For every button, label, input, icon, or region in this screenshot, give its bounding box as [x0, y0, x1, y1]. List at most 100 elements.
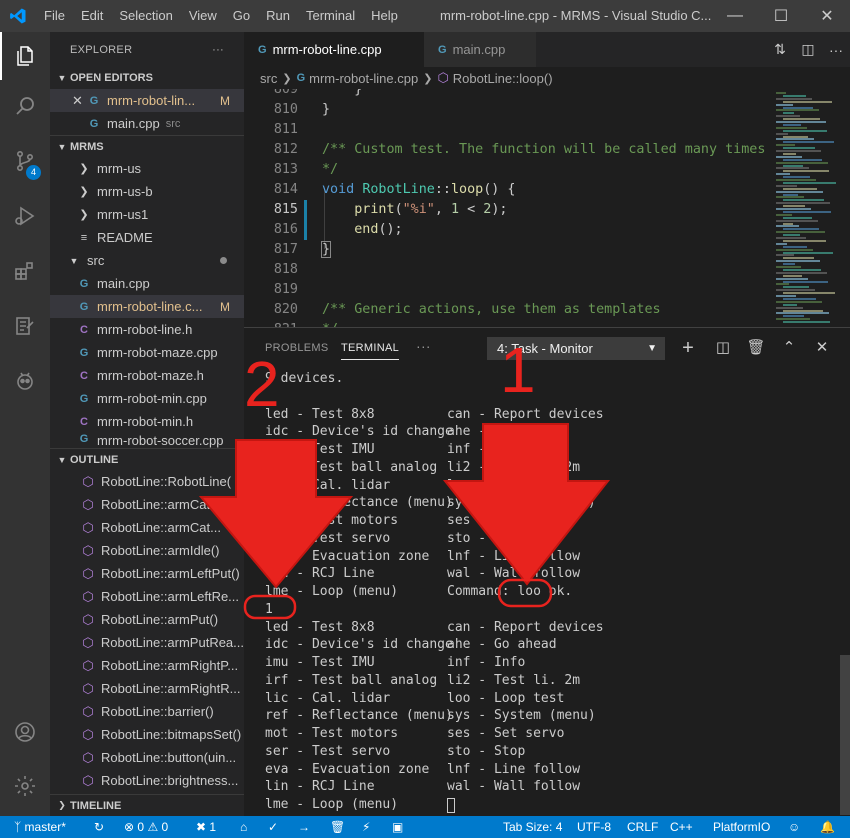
file-item[interactable]: G mrm-robot-soccer.cpp: [50, 433, 244, 448]
new-terminal-icon[interactable]: +: [678, 338, 698, 358]
file-item[interactable]: C mrm-robot-min.h: [50, 410, 244, 433]
close-panel-icon[interactable]: ✕: [812, 338, 832, 358]
trash-icon[interactable]: 🗑: [746, 338, 766, 358]
pio-terminal-icon[interactable]: ▣: [392, 816, 403, 838]
notifications-icon[interactable]: 🔔: [820, 816, 835, 838]
minimap-line: [783, 286, 809, 289]
close-window-icon[interactable]: ✕: [804, 0, 850, 32]
minimap-line: [783, 141, 834, 144]
test-icon[interactable]: [0, 302, 50, 350]
menu-run[interactable]: Run: [258, 0, 298, 32]
menu-file[interactable]: File: [36, 0, 73, 32]
account-icon[interactable]: [0, 708, 50, 756]
outline-item[interactable]: ⬡ RobotLine::RobotLine(: [50, 470, 244, 493]
outline-item[interactable]: ⬡ RobotLine::armPut(): [50, 608, 244, 631]
menu-selection[interactable]: Selection: [111, 0, 180, 32]
file-item[interactable]: C mrm-robot-line.h: [50, 318, 244, 341]
search-icon[interactable]: [0, 82, 50, 130]
terminal-line: idc - Device's id change: [265, 637, 453, 653]
folder-item[interactable]: ▼ src: [50, 249, 244, 272]
tab-terminal[interactable]: TERMINAL: [341, 342, 400, 360]
explorer-more-icon[interactable]: ···: [212, 44, 224, 56]
menu-go[interactable]: Go: [225, 0, 258, 32]
breadcrumb-file[interactable]: mrm-robot-line.cpp: [309, 71, 418, 86]
project-header[interactable]: ▼ MRMS: [50, 135, 244, 157]
encoding-status[interactable]: UTF-8: [577, 816, 611, 838]
minimap-line: [783, 94, 806, 97]
outline-item[interactable]: ⬡ RobotLine::brightness...: [50, 769, 244, 792]
pio-clean-icon[interactable]: 🗑: [330, 816, 345, 838]
pio-upload-icon[interactable]: →: [298, 816, 310, 838]
open-editors-header[interactable]: ▼ OPEN EDITORS: [50, 67, 244, 89]
source-control-icon[interactable]: 4: [0, 137, 50, 185]
split-terminal-icon[interactable]: ◫: [713, 338, 733, 358]
settings-gear-icon[interactable]: [0, 762, 50, 810]
feedback-icon[interactable]: ☺: [788, 816, 800, 838]
eol-status[interactable]: CRLF: [627, 816, 658, 838]
menu-edit[interactable]: Edit: [73, 0, 111, 32]
tab-mrm-robot-line[interactable]: G mrm-robot-line.cpp: [244, 32, 424, 67]
menu-terminal[interactable]: Terminal: [298, 0, 363, 32]
maximize-icon[interactable]: ☐: [758, 0, 804, 32]
minimap-line: [783, 112, 794, 115]
close-editor-icon[interactable]: ✕: [72, 93, 86, 109]
maximize-panel-icon[interactable]: ⌃: [779, 338, 799, 358]
breadcrumb-folder[interactable]: src: [260, 71, 277, 86]
outline-header[interactable]: ▼ OUTLINE: [50, 448, 244, 470]
file-item[interactable]: G mrm-robot-min.cpp: [50, 387, 244, 410]
minimize-icon[interactable]: —: [712, 0, 758, 32]
pio-serial-icon[interactable]: ⚡: [362, 816, 370, 838]
outline-item[interactable]: ⬡ RobotLine::armRightP...: [50, 654, 244, 677]
platform-status[interactable]: PlatformIO: [713, 816, 770, 838]
terminal-scrollbar[interactable]: [840, 655, 850, 815]
code-line: 820/** Generic actions, use them as temp…: [273, 302, 661, 317]
outline-item[interactable]: ⬡ RobotLine::armPutRea...: [50, 631, 244, 654]
file-item[interactable]: G mrm-robot-line.c... M: [50, 295, 244, 318]
folder-item[interactable]: ❯ mrm-us: [50, 157, 244, 180]
pio-home-icon[interactable]: ⌂: [240, 816, 247, 838]
outline-item[interactable]: ⬡ RobotLine::armCat...: [50, 516, 244, 539]
split-editor-icon[interactable]: ◫: [794, 41, 822, 58]
file-item[interactable]: G main.cpp: [50, 272, 244, 295]
sync-icon[interactable]: ↻: [94, 816, 104, 838]
outline-item[interactable]: ⬡ RobotLine::armRightR...: [50, 677, 244, 700]
menu-view[interactable]: View: [181, 0, 225, 32]
run-debug-icon[interactable]: [0, 192, 50, 240]
code-editor[interactable]: 809 } 810} 811 812/** Custom test. The f…: [244, 89, 772, 327]
file-item[interactable]: ≡ README: [50, 226, 244, 249]
terminal-output[interactable]: 9 devices. led - Test 8x8 can - Report dev…: [244, 368, 850, 817]
file-item[interactable]: C mrm-robot-maze.h: [50, 364, 244, 387]
outline-item[interactable]: ⬡ RobotLine::barrier(): [50, 700, 244, 723]
more-actions-icon[interactable]: ···: [822, 42, 850, 58]
file-item[interactable]: G mrm-robot-maze.cpp: [50, 341, 244, 364]
outline-item[interactable]: ⬡ RobotLine::bitmapsSet(): [50, 723, 244, 746]
platformio-icon[interactable]: [0, 357, 50, 405]
extensions-icon[interactable]: [0, 247, 50, 295]
minimap[interactable]: [772, 89, 850, 327]
outline-item[interactable]: ⬡ RobotLine::armCatch(): [50, 493, 244, 516]
outline-item[interactable]: ⬡ RobotLine::armLeftPut(): [50, 562, 244, 585]
outline-item[interactable]: ⬡ RobotLine::armLeftRe...: [50, 585, 244, 608]
tab-main-cpp[interactable]: G main.cpp: [424, 32, 536, 67]
menu-help[interactable]: Help: [363, 0, 406, 32]
open-editor-item[interactable]: G main.cpp src: [50, 112, 244, 135]
explorer-icon[interactable]: [0, 32, 50, 80]
open-editor-item[interactable]: ✕ G mrm-robot-lin... M: [50, 89, 244, 112]
branch-status[interactable]: ᛉ master*: [14, 816, 66, 838]
breadcrumb-symbol[interactable]: RobotLine::loop(): [453, 71, 553, 86]
outline-label: RobotLine::armIdle(): [101, 543, 220, 558]
terminal-line-right: sto - Stop: [447, 530, 526, 546]
outline-item[interactable]: ⬡ RobotLine::armIdle(): [50, 539, 244, 562]
outline-item[interactable]: ⬡ RobotLine::button(uin...: [50, 746, 244, 769]
folder-item[interactable]: ❯ mrm-us1: [50, 203, 244, 226]
language-status[interactable]: C++: [670, 816, 693, 838]
folder-label: src: [87, 253, 105, 268]
tasks-status[interactable]: ✖ 1: [196, 816, 216, 838]
panel-more-icon[interactable]: ···: [416, 338, 431, 354]
compare-changes-icon[interactable]: ⇅: [766, 41, 794, 58]
folder-item[interactable]: ❯ mrm-us-b: [50, 180, 244, 203]
tab-size-status[interactable]: Tab Size: 4: [503, 816, 562, 838]
pio-build-icon[interactable]: ✓: [268, 816, 278, 838]
problems-status[interactable]: ⊗ 0 ⚠ 0: [124, 816, 168, 838]
timeline-header[interactable]: ❯ TIMELINE: [50, 794, 244, 816]
